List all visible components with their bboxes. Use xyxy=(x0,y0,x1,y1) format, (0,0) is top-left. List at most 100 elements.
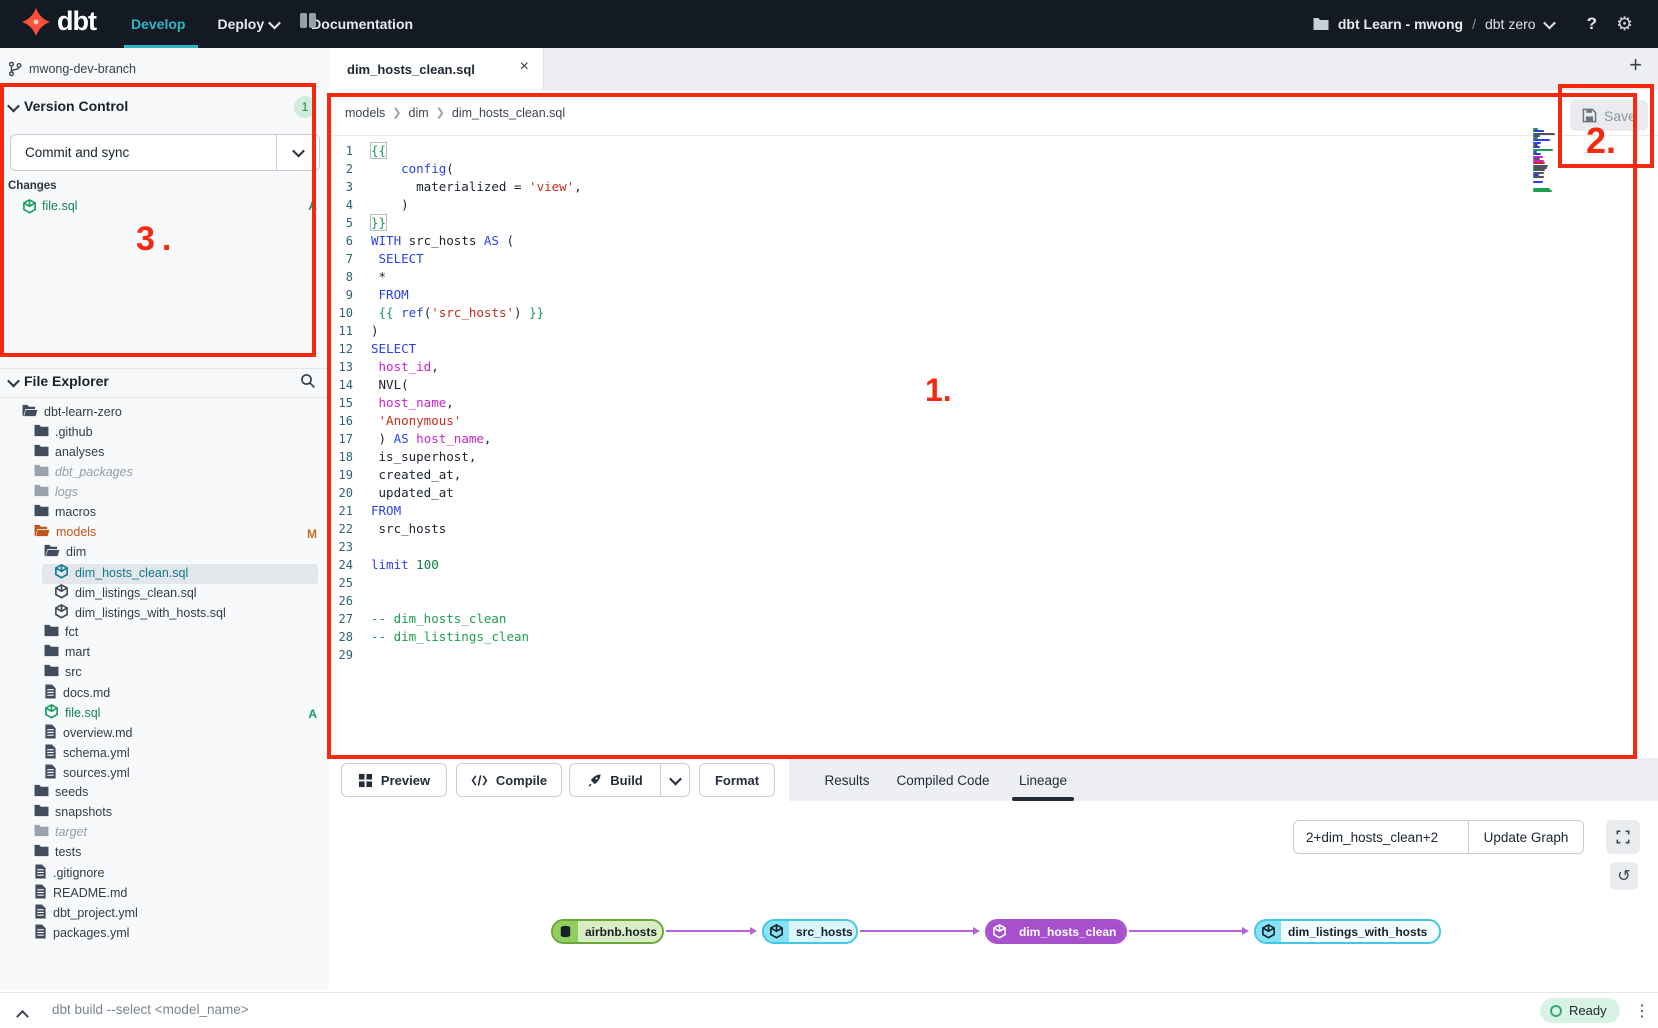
database-icon xyxy=(553,921,578,942)
tree-folder-target[interactable]: target xyxy=(0,824,329,844)
tree-folder-src[interactable]: src xyxy=(0,664,329,684)
tree-folder-dbt_packages[interactable]: dbt_packages xyxy=(0,464,329,484)
tab-lineage[interactable]: Lineage xyxy=(1008,763,1078,797)
project-selector[interactable]: dbt zero xyxy=(1485,16,1536,32)
version-control-header[interactable]: Version Control 1 xyxy=(0,90,329,124)
tree-folder-analyses[interactable]: analyses xyxy=(0,444,329,464)
line-number: 5 xyxy=(329,214,353,232)
tab-compiled-code[interactable]: Compiled Code xyxy=(888,763,998,797)
line-number: 24 xyxy=(329,556,353,574)
build-button[interactable]: Build xyxy=(569,763,661,797)
tree-folder-logs[interactable]: logs xyxy=(0,484,329,504)
line-number: 21 xyxy=(329,502,353,520)
git-status-badge: A xyxy=(308,199,317,213)
tree-item-label: dim_listings_with_hosts.sql xyxy=(75,606,226,620)
line-number: 27 xyxy=(329,610,353,628)
lineage-selector-input[interactable]: 2+dim_hosts_clean+2 xyxy=(1293,820,1469,854)
minimap[interactable] xyxy=(1533,128,1557,195)
editor-tab[interactable]: dim_hosts_clean.sql × xyxy=(329,48,544,90)
lineage-node-label: airbnb.hosts xyxy=(578,921,662,942)
menu-develop[interactable]: Develop xyxy=(131,16,185,32)
changed-file-name: file.sql xyxy=(42,199,77,213)
tree-file-dim_listings_with_hosts.sql[interactable]: dim_listings_with_hosts.sql xyxy=(0,604,329,624)
lineage-edge xyxy=(1129,930,1247,932)
line-number: 3 xyxy=(329,178,353,196)
breadcrumb-file[interactable]: dim_hosts_clean.sql xyxy=(452,106,565,120)
lineage-node-airbnb.hosts[interactable]: airbnb.hosts xyxy=(551,919,664,944)
tree-file-schema.yml[interactable]: schema.yml xyxy=(0,744,329,764)
commit-and-sync-button[interactable]: Commit and sync xyxy=(10,134,320,171)
fullscreen-button[interactable] xyxy=(1606,820,1640,854)
grid-icon xyxy=(358,773,373,788)
close-icon[interactable]: × xyxy=(520,58,529,76)
tree-file-dbt_project.yml[interactable]: dbt_project.yml xyxy=(0,904,329,924)
file-explorer-header[interactable]: File Explorer xyxy=(0,369,329,397)
gear-icon[interactable]: ⚙ xyxy=(1616,13,1633,36)
format-button[interactable]: Format xyxy=(699,763,775,797)
line-number: 9 xyxy=(329,286,353,304)
tree-folder-models[interactable]: modelsM xyxy=(0,524,329,544)
tree-file-.gitignore[interactable]: .gitignore xyxy=(0,864,329,884)
update-graph-button[interactable]: Update Graph xyxy=(1468,820,1584,854)
save-button[interactable]: Save xyxy=(1570,100,1648,131)
code-content[interactable]: {{ config( materialized = 'view', )}}WIT… xyxy=(371,142,1518,664)
code-line: 'Anonymous' xyxy=(371,412,1518,430)
tree-folder-.github[interactable]: .github xyxy=(0,424,329,444)
tree-file-packages.yml[interactable]: packages.yml xyxy=(0,924,329,944)
line-number: 4 xyxy=(329,196,353,214)
tree-file-file.sql[interactable]: file.sqlA xyxy=(0,704,329,724)
tree-item-label: docs.md xyxy=(63,686,110,700)
new-tab-icon[interactable]: + xyxy=(1629,55,1642,75)
tab-results[interactable]: Results xyxy=(812,763,882,797)
lineage-node-dim_hosts_clean[interactable]: dim_hosts_clean xyxy=(985,919,1127,944)
preview-button[interactable]: Preview xyxy=(341,763,447,797)
tree-folder-tests[interactable]: tests xyxy=(0,844,329,864)
help-icon[interactable]: ? xyxy=(1587,14,1597,34)
tree-file-docs.md[interactable]: docs.md xyxy=(0,684,329,704)
tree-file-dim_hosts_clean.sql[interactable]: dim_hosts_clean.sql xyxy=(0,564,329,584)
code-line: config( xyxy=(371,160,1518,178)
tree-folder-mart[interactable]: mart xyxy=(0,644,329,664)
tree-item-label: fct xyxy=(65,625,78,639)
lineage-node-src_hosts[interactable]: src_hosts xyxy=(762,919,858,944)
dbt-logo[interactable]: dbt xyxy=(22,6,96,37)
lineage-node-label: dim_listings_with_hosts xyxy=(1281,921,1439,942)
folder-icon xyxy=(34,784,49,800)
compile-button[interactable]: Compile xyxy=(456,763,562,797)
tree-file-README.md[interactable]: README.md xyxy=(0,884,329,904)
tree-folder-dbt-learn-zero[interactable]: dbt-learn-zero xyxy=(0,404,329,424)
lineage-node-dim_listings_with_hosts[interactable]: dim_listings_with_hosts xyxy=(1254,919,1441,944)
tree-file-dim_listings_clean.sql[interactable]: dim_listings_clean.sql xyxy=(0,584,329,604)
tree-folder-dim[interactable]: dim xyxy=(0,544,329,564)
command-input[interactable]: dbt build --select <model_name> xyxy=(52,1002,249,1017)
account-name[interactable]: dbt Learn - mwong xyxy=(1338,16,1463,32)
branch-name[interactable]: mwong-dev-branch xyxy=(29,62,136,76)
search-icon[interactable] xyxy=(300,373,316,394)
tree-folder-snapshots[interactable]: snapshots xyxy=(0,804,329,824)
menu-deploy[interactable]: Deploy xyxy=(217,16,279,32)
breadcrumb-models[interactable]: models xyxy=(345,106,385,120)
kebab-menu-icon[interactable]: ⋮ xyxy=(1634,1001,1650,1021)
breadcrumb-dim[interactable]: dim xyxy=(409,106,429,120)
tree-item-label: file.sql xyxy=(65,706,100,720)
changed-file-row[interactable]: file.sql A xyxy=(0,196,329,216)
build-options-chevron[interactable] xyxy=(660,763,690,797)
chevron-down-icon xyxy=(7,100,20,113)
folder-icon xyxy=(34,804,49,820)
chevron-down-icon xyxy=(268,16,281,29)
docs-columns-icon[interactable] xyxy=(300,13,316,28)
refresh-icon: ↺ xyxy=(1617,866,1630,886)
commit-options-chevron[interactable] xyxy=(276,135,319,170)
tree-folder-macros[interactable]: macros xyxy=(0,504,329,524)
menu-documentation[interactable]: Documentation xyxy=(311,16,413,32)
code-line: {{ xyxy=(371,142,1518,160)
code-line: updated_at xyxy=(371,484,1518,502)
tree-file-sources.yml[interactable]: sources.yml xyxy=(0,764,329,784)
line-number: 19 xyxy=(329,466,353,484)
tree-folder-fct[interactable]: fct xyxy=(0,624,329,644)
tree-folder-seeds[interactable]: seeds xyxy=(0,784,329,804)
chevron-up-icon[interactable] xyxy=(16,1010,29,1023)
chevron-down-icon[interactable] xyxy=(1543,16,1556,29)
tree-file-overview.md[interactable]: overview.md xyxy=(0,724,329,744)
reset-view-button[interactable]: ↺ xyxy=(1610,862,1638,890)
